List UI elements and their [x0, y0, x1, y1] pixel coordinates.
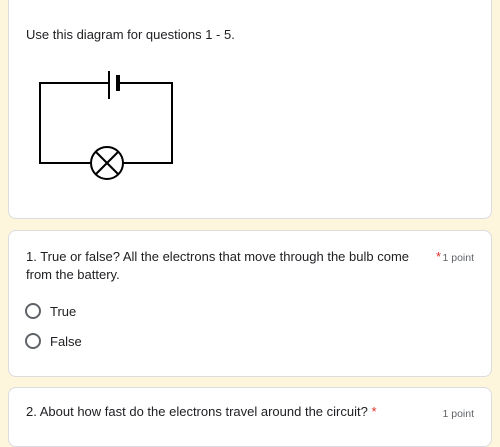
diagram-card: Use this diagram for questions 1 - 5. — [8, 0, 492, 219]
option-label: True — [50, 303, 77, 319]
option-true[interactable]: True — [25, 303, 76, 319]
question-text: 2. About how fast do the electrons trave… — [26, 404, 372, 419]
option-label: False — [50, 333, 82, 349]
question-card-1: 1. True or false? All the electrons that… — [8, 230, 492, 377]
option-false[interactable]: False — [25, 333, 82, 349]
required-asterisk: * — [436, 249, 442, 264]
points-label: 1 point — [442, 408, 474, 420]
radio-button-icon[interactable] — [25, 333, 41, 349]
question-title: 1. True or false? All the electrons that… — [26, 249, 409, 282]
diagram-instructions: Use this diagram for questions 1 - 5. — [26, 27, 235, 42]
radio-button-icon[interactable] — [25, 303, 41, 319]
required-asterisk: * — [371, 404, 377, 419]
points-label: 1 point — [442, 252, 474, 264]
circuit-diagram — [39, 71, 173, 180]
question-title: 2. About how fast do the electrons trave… — [26, 403, 426, 421]
question-card-2: 2. About how fast do the electrons trave… — [8, 387, 492, 447]
